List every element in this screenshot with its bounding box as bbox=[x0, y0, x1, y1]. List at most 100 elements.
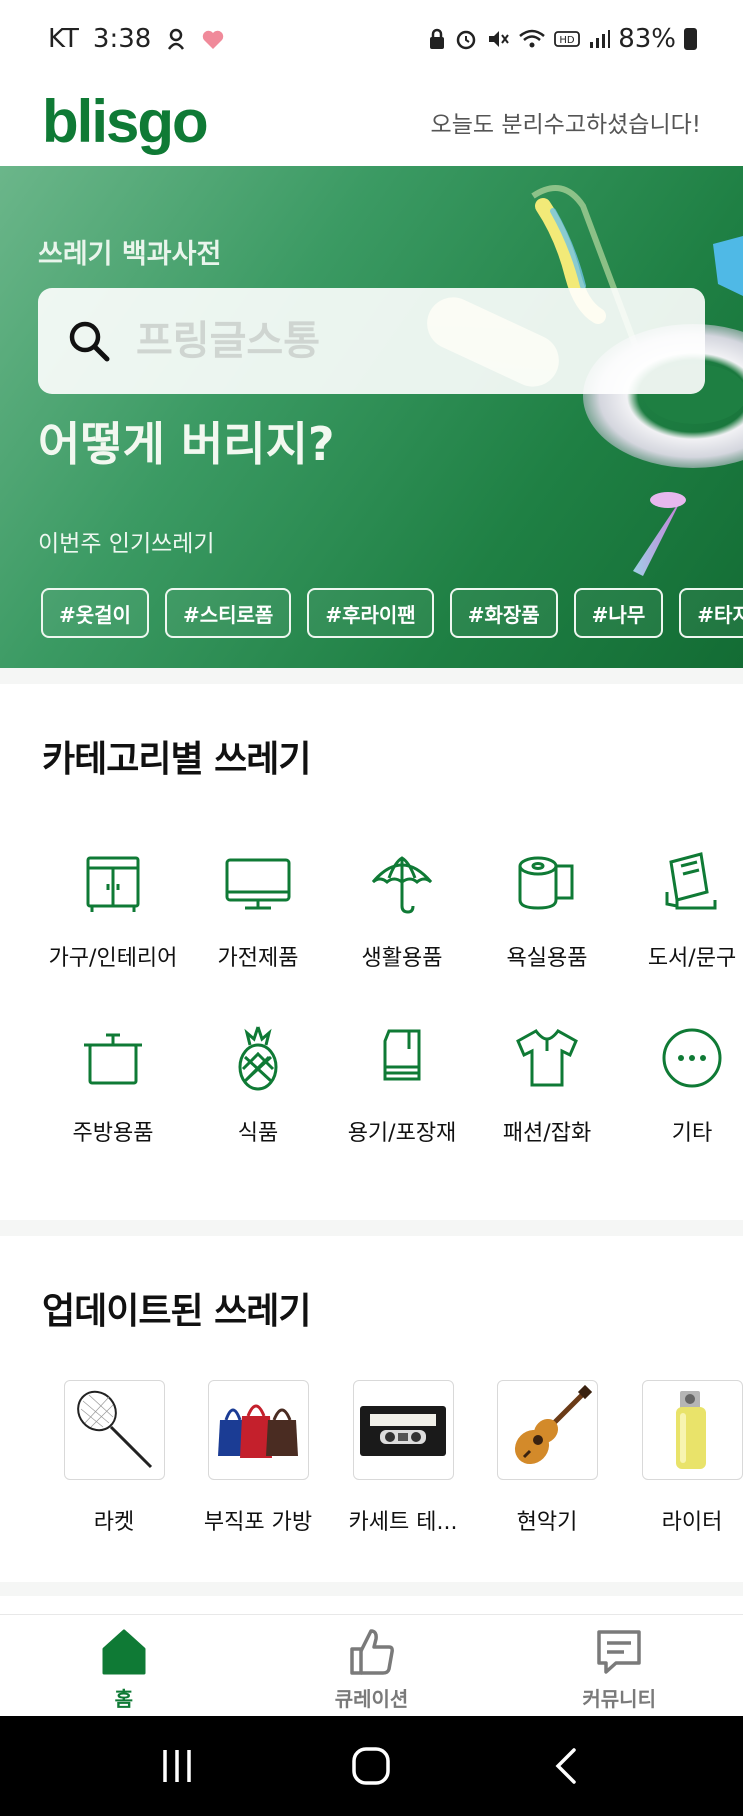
status-bar: KT 3:38 HD 83% bbox=[0, 0, 743, 78]
mute-icon bbox=[489, 31, 510, 47]
category-label: 용기/포장재 bbox=[347, 1121, 457, 1146]
popular-tag[interactable]: #나무 bbox=[573, 588, 664, 638]
container-icon bbox=[383, 1029, 421, 1081]
category-label: 패션/잡화 bbox=[502, 1121, 592, 1146]
updated-section-title: 업데이트된 쓰레기 bbox=[42, 1291, 311, 1332]
recent-apps-button[interactable] bbox=[147, 1741, 207, 1791]
category-kitchen[interactable]: 주방용품 bbox=[40, 1023, 186, 1147]
category-label: 가전제품 bbox=[217, 946, 299, 971]
nav-label: 큐레이션 bbox=[334, 1687, 409, 1711]
section-divider bbox=[0, 1582, 743, 1596]
back-button[interactable] bbox=[536, 1741, 596, 1791]
category-fashion[interactable]: 패션/잡화 bbox=[474, 1023, 620, 1147]
popular-tag[interactable]: #옷걸이 bbox=[41, 588, 149, 638]
svg-text:HD: HD bbox=[560, 35, 576, 46]
popular-tag[interactable]: #스티로폼 bbox=[164, 588, 292, 638]
hero-question: 어떻게 버리지? bbox=[38, 417, 335, 471]
chat-icon bbox=[597, 1630, 641, 1674]
notification-icon bbox=[168, 28, 185, 50]
lock-icon bbox=[430, 28, 445, 49]
search-bar[interactable] bbox=[38, 288, 705, 394]
category-containers[interactable]: 용기/포장재 bbox=[329, 1023, 475, 1147]
updated-item[interactable]: 라켓 bbox=[44, 1380, 184, 1536]
wifi-icon bbox=[519, 29, 546, 48]
section-divider bbox=[0, 1220, 743, 1236]
popular-tag[interactable]: #타지않 bbox=[679, 588, 743, 638]
furniture-icon bbox=[86, 856, 140, 912]
umbrella-icon bbox=[371, 856, 433, 914]
signal-icon bbox=[590, 30, 611, 48]
system-navigation-bar bbox=[0, 1716, 743, 1816]
back-icon bbox=[555, 1748, 576, 1784]
popular-trash-label: 이번주 인기쓰레기 bbox=[38, 531, 215, 557]
app-logo[interactable]: blisgo bbox=[42, 92, 209, 152]
hd-icon: HD bbox=[554, 31, 581, 47]
category-food[interactable]: 식품 bbox=[185, 1023, 331, 1147]
category-label: 욕실용품 bbox=[506, 946, 588, 971]
category-books[interactable]: 도서/문구 bbox=[619, 848, 743, 972]
nav-home[interactable]: 홈 bbox=[0, 1615, 248, 1716]
recent-apps-icon bbox=[163, 1750, 191, 1782]
updated-item[interactable]: 카세트 테... bbox=[333, 1380, 473, 1536]
battery-icon bbox=[684, 28, 697, 50]
nav-curation[interactable]: 큐레이션 bbox=[248, 1615, 496, 1716]
category-furniture[interactable]: 가구/인테리어 bbox=[40, 848, 186, 972]
item-thumbnail bbox=[207, 1380, 309, 1480]
section-divider bbox=[0, 668, 743, 684]
category-label: 생활용품 bbox=[361, 946, 443, 971]
item-thumbnail bbox=[63, 1380, 165, 1480]
category-label: 가구/인테리어 bbox=[48, 946, 178, 971]
item-label: 카세트 테... bbox=[348, 1510, 458, 1535]
updated-item[interactable]: 라이터 bbox=[622, 1380, 743, 1536]
more-icon bbox=[662, 1028, 722, 1088]
nav-community[interactable]: 커뮤니티 bbox=[495, 1615, 743, 1716]
bottom-navigation: 홈 큐레이션 커뮤니티 bbox=[0, 1614, 743, 1716]
category-other[interactable]: 기타 bbox=[619, 1023, 743, 1147]
nav-label: 홈 bbox=[114, 1687, 134, 1711]
pot-icon bbox=[84, 1033, 142, 1085]
search-input[interactable] bbox=[136, 318, 656, 364]
app-header: blisgo 오늘도 분리수고하셨습니다! bbox=[0, 78, 743, 166]
item-label: 라켓 bbox=[93, 1510, 135, 1535]
bag-image bbox=[218, 1404, 298, 1458]
category-label: 식품 bbox=[237, 1121, 279, 1146]
shirt-icon bbox=[516, 1029, 578, 1087]
nav-label: 커뮤니티 bbox=[582, 1687, 656, 1711]
item-thumbnail bbox=[641, 1380, 743, 1480]
cassette-image bbox=[360, 1406, 446, 1456]
alarm-icon bbox=[456, 30, 476, 50]
search-icon bbox=[69, 321, 110, 362]
category-appliances[interactable]: 가전제품 bbox=[185, 848, 331, 972]
category-household[interactable]: 생활용품 bbox=[329, 848, 475, 972]
racket-image bbox=[77, 1390, 153, 1469]
category-section-title: 카테고리별 쓰레기 bbox=[42, 739, 311, 780]
category-label: 기타 bbox=[671, 1121, 713, 1146]
heart-icon bbox=[203, 30, 224, 49]
item-thumbnail bbox=[352, 1380, 454, 1480]
carrier-label: KT bbox=[48, 24, 79, 54]
popular-tag[interactable]: #화장품 bbox=[449, 588, 558, 638]
lighter-image bbox=[676, 1391, 706, 1469]
hero-banner: 쓰레기 백과사전 어떻게 버리지? 이번주 인기쓰레기 #옷걸이 #스티로폼 #… bbox=[0, 166, 743, 668]
clock: 3:38 bbox=[92, 24, 152, 54]
item-label: 라이터 bbox=[661, 1510, 723, 1535]
category-bathroom[interactable]: 욕실용품 bbox=[474, 848, 620, 972]
hero-subtitle: 쓰레기 백과사전 bbox=[38, 239, 222, 270]
category-label: 주방용품 bbox=[72, 1121, 154, 1146]
item-thumbnail bbox=[496, 1380, 598, 1480]
monitor-icon bbox=[225, 858, 291, 910]
home-circle-icon bbox=[352, 1747, 391, 1785]
updated-item[interactable]: 현악기 bbox=[477, 1380, 617, 1536]
greeting-text: 오늘도 분리수고하셨습니다! bbox=[430, 112, 701, 138]
toilet-paper-icon bbox=[518, 856, 574, 910]
home-icon bbox=[102, 1629, 146, 1675]
popular-tag[interactable]: #후라이팬 bbox=[307, 588, 434, 638]
status-right: HD 83% bbox=[428, 24, 697, 54]
updated-item[interactable]: 부직포 가방 bbox=[188, 1380, 328, 1536]
status-left: KT 3:38 bbox=[48, 24, 225, 54]
home-button[interactable] bbox=[341, 1741, 401, 1791]
updated-items: 라켓 부직포 가방 카세트 테... 현악기 라이터 bbox=[0, 1380, 743, 1535]
pineapple-icon bbox=[238, 1026, 278, 1091]
thumbs-up-icon bbox=[349, 1629, 394, 1675]
item-label: 현악기 bbox=[516, 1510, 578, 1535]
